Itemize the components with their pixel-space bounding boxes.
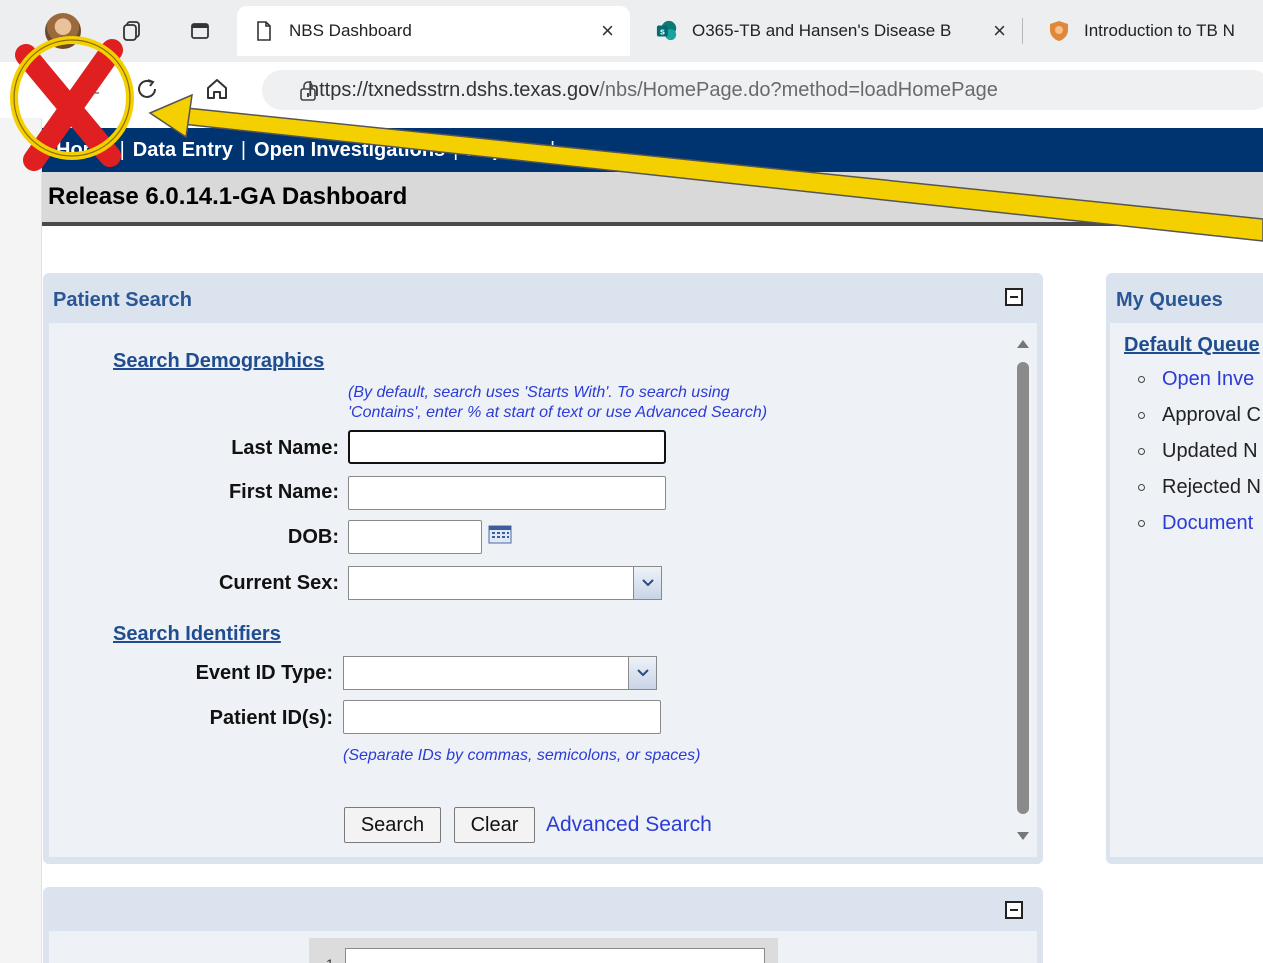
clear-button[interactable]: Clear xyxy=(454,807,535,843)
menu-separator: | xyxy=(240,138,247,161)
queue-item: Approval C xyxy=(1138,404,1261,427)
tab-introduction-tb[interactable]: Introduction to TB N xyxy=(1032,6,1263,56)
page-icon xyxy=(253,20,275,42)
lock-icon[interactable] xyxy=(299,80,317,107)
home-icon[interactable] xyxy=(204,76,230,109)
menu-separator: | xyxy=(549,138,556,161)
scroll-down-icon[interactable] xyxy=(1017,832,1029,840)
tab-title: NBS Dashboard xyxy=(289,21,412,40)
last-name-input[interactable] xyxy=(348,430,666,464)
tab-title: Introduction to TB N xyxy=(1084,21,1235,40)
search-button[interactable]: Search xyxy=(344,807,441,843)
bullet-icon xyxy=(1138,412,1145,420)
refresh-icon[interactable] xyxy=(134,76,160,109)
collapse-icon[interactable] xyxy=(1005,901,1023,919)
event-id-type-label: Event ID Type: xyxy=(195,662,333,684)
menu-home[interactable]: Home xyxy=(56,139,112,162)
dob-input[interactable] xyxy=(348,520,482,554)
workspaces-icon[interactable] xyxy=(117,16,147,46)
current-sex-label: Current Sex: xyxy=(218,572,339,594)
menu-separator: | xyxy=(119,138,125,161)
tab-divider xyxy=(1022,18,1023,44)
bullet-icon xyxy=(1138,448,1145,456)
search-identifiers-link[interactable]: Search Identifiers xyxy=(113,623,281,646)
first-name-label: First Name: xyxy=(228,481,339,503)
chevron-down-icon[interactable] xyxy=(633,567,661,599)
tab-title: O365-TB and Hansen's Disease B xyxy=(692,21,952,40)
bullet-icon xyxy=(1138,376,1145,384)
bullet-icon xyxy=(1138,484,1145,492)
page-title-bar: Release 6.0.14.1-GA Dashboard xyxy=(42,172,1263,226)
first-name-input[interactable] xyxy=(348,476,666,510)
collapse-icon[interactable] xyxy=(1005,288,1023,306)
search-hint-line2: 'Contains', enter % at start of text or … xyxy=(348,404,768,421)
panel-title: My Queues xyxy=(1116,289,1223,311)
queue-item: Rejected N xyxy=(1138,476,1261,499)
menu-open-investigations[interactable]: Open Investigations xyxy=(254,139,445,162)
search-demographics-link[interactable]: Search Demographics xyxy=(113,350,324,373)
browser-tab-bar: NBS Dashboard × s O365-TB and Hansen's D… xyxy=(0,0,1263,62)
patient-ids-input[interactable] xyxy=(343,700,661,734)
patient-ids-label: Patient ID(s): xyxy=(209,707,333,729)
close-tab-icon[interactable]: × xyxy=(601,19,614,43)
last-name-label: Last Name: xyxy=(231,437,339,459)
queue-item[interactable]: Open Inve xyxy=(1138,368,1254,391)
tab-nbs-dashboard[interactable]: NBS Dashboard × xyxy=(237,6,630,56)
advanced-search-link[interactable]: Advanced Search xyxy=(546,813,712,837)
shield-icon xyxy=(1048,20,1070,42)
bullet-icon xyxy=(1138,520,1145,528)
ids-hint: (Separate IDs by commas, semicolons, or … xyxy=(343,747,701,764)
queue-item: Updated N xyxy=(1138,440,1258,463)
scroll-thumb[interactable] xyxy=(1017,362,1029,814)
app-menu-bar: Home | Data Entry | Open Investigations … xyxy=(42,128,1263,172)
menu-separator: | xyxy=(453,138,459,161)
tab-actions-icon[interactable] xyxy=(185,16,215,46)
event-id-type-select[interactable] xyxy=(343,656,657,690)
search-hint-line1: (By default, search uses 'Starts With'. … xyxy=(348,384,730,401)
default-queue-link[interactable]: Default Queue xyxy=(1124,334,1260,357)
queue-item[interactable]: Document xyxy=(1138,512,1253,535)
panel-title: Patient Search xyxy=(53,289,192,311)
address-bar[interactable]: https://txnedsstrn.dshs.texas.gov/nbs/Ho… xyxy=(262,70,1263,110)
chevron-down-icon[interactable] xyxy=(628,657,656,689)
my-queues-panel: My Queues xyxy=(1106,273,1263,864)
back-icon[interactable]: ← xyxy=(80,76,104,104)
current-sex-select[interactable] xyxy=(348,566,662,600)
menu-reports[interactable]: Reports xyxy=(466,139,542,162)
calendar-icon[interactable] xyxy=(488,524,512,549)
profile-avatar[interactable] xyxy=(45,13,81,49)
sharepoint-icon: s xyxy=(656,20,678,42)
menu-data-entry[interactable]: Data Entry xyxy=(133,139,233,162)
page-left-gutter xyxy=(0,118,42,963)
panel-scrollbar[interactable] xyxy=(1014,334,1032,852)
scroll-up-icon[interactable] xyxy=(1017,340,1029,348)
second-panel-input[interactable] xyxy=(345,948,765,963)
row-number: 1 xyxy=(326,956,334,963)
page-title: Release 6.0.14.1-GA Dashboard xyxy=(48,183,408,210)
close-tab-icon[interactable]: × xyxy=(993,19,1006,43)
url-host: https://txnedsstrn.dshs.texas.gov xyxy=(308,78,600,101)
tab-o365-tb[interactable]: s O365-TB and Hansen's Disease B × xyxy=(640,6,1022,56)
url-path: /nbs/HomePage.do?method=loadHomePage xyxy=(599,78,998,101)
dob-label: DOB: xyxy=(287,526,339,548)
svg-text:s: s xyxy=(660,27,665,37)
